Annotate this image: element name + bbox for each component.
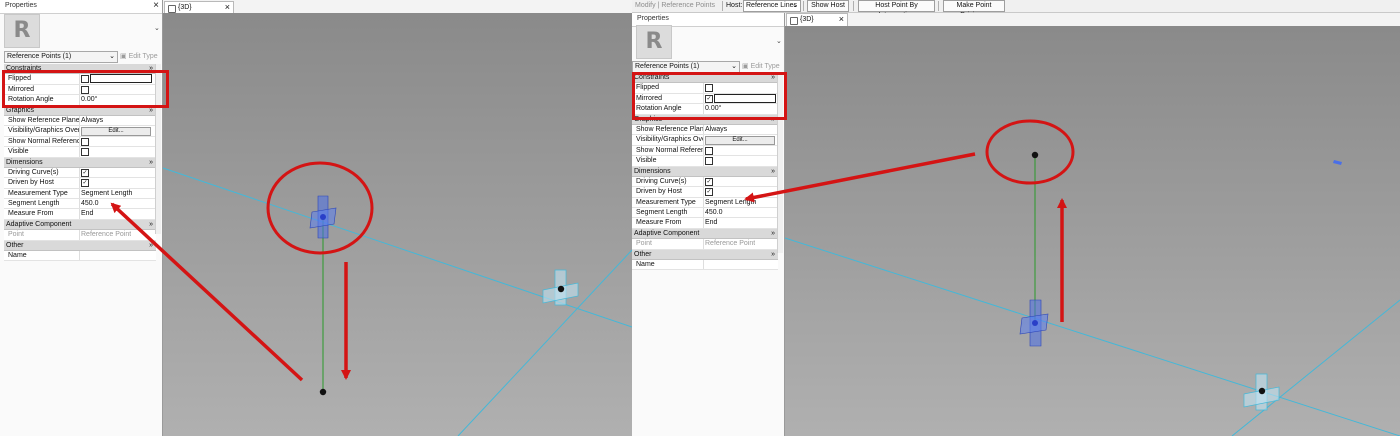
reference-point-planes-icon [1243,373,1280,411]
curve-end-point [319,388,327,396]
reference-point-planes-icon [309,195,337,239]
reference-line [784,237,1400,436]
annotation-overlay [110,161,632,436]
reference-line [457,249,632,436]
annotation-red-arrow [744,152,976,203]
left-screenshot: Properties × R ⌄ Reference Points (1) ⌄ … [0,0,632,436]
small-marker-icon [1333,160,1342,165]
right-screenshot: Modify | Reference Points Host: Referenc… [632,0,1400,436]
reference-point-planes-icon [1019,299,1049,347]
reference-line [1231,299,1400,436]
annotation-red-ellipse [985,119,1075,185]
annotation-overlay [744,119,1400,436]
curve-end-point [1031,151,1039,159]
reference-point-planes-icon [542,269,579,306]
